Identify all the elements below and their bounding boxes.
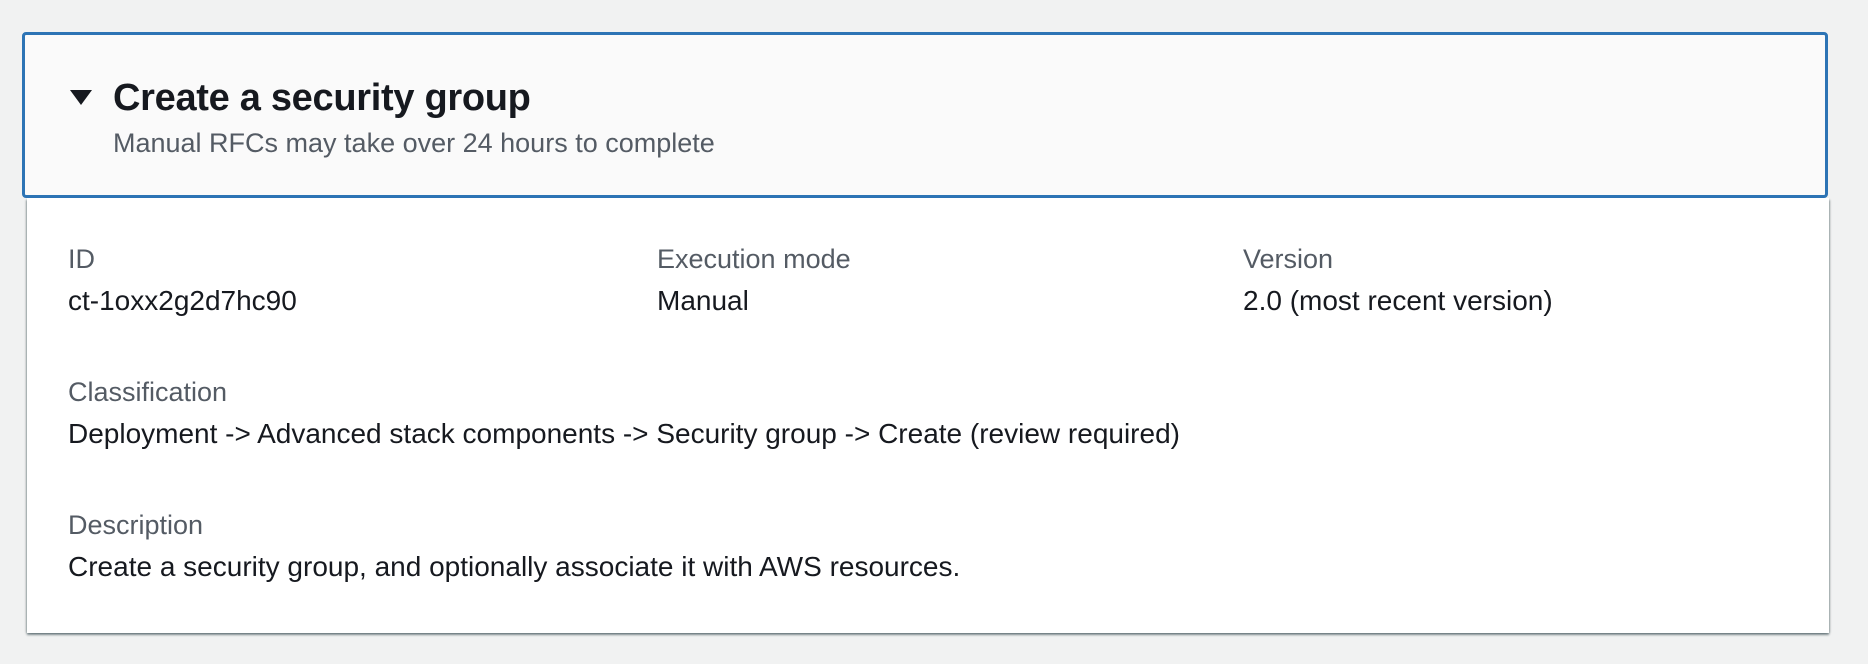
header-text: Create a security group Manual RFCs may … xyxy=(113,75,715,159)
field-classification-label: Classification xyxy=(68,377,1789,408)
field-classification: Classification Deployment -> Advanced st… xyxy=(68,377,1789,450)
section-title: Create a security group xyxy=(113,75,715,121)
field-execution-mode-value: Manual xyxy=(657,284,1243,317)
field-row-summary: ID ct-1oxx2g2d7hc90 Execution mode Manua… xyxy=(68,244,1789,317)
page: Create a security group Manual RFCs may … xyxy=(0,0,1868,664)
field-id-value: ct-1oxx2g2d7hc90 xyxy=(68,284,657,317)
field-description-label: Description xyxy=(68,510,1789,541)
expandable-section-content: ID ct-1oxx2g2d7hc90 Execution mode Manua… xyxy=(27,198,1829,633)
caret-down-icon[interactable] xyxy=(70,90,92,105)
field-execution-mode: Execution mode Manual xyxy=(657,244,1243,317)
field-version-label: Version xyxy=(1243,244,1789,275)
field-id-label: ID xyxy=(68,244,657,275)
field-classification-value: Deployment -> Advanced stack components … xyxy=(68,417,1789,450)
field-version: Version 2.0 (most recent version) xyxy=(1243,244,1789,317)
field-description-value: Create a security group, and optionally … xyxy=(68,550,1789,583)
field-description: Description Create a security group, and… xyxy=(68,510,1789,583)
section-subtitle: Manual RFCs may take over 24 hours to co… xyxy=(113,127,715,159)
change-type-card: Create a security group Manual RFCs may … xyxy=(22,32,1828,633)
field-execution-mode-label: Execution mode xyxy=(657,244,1243,275)
expandable-section-header[interactable]: Create a security group Manual RFCs may … xyxy=(22,32,1828,198)
field-id: ID ct-1oxx2g2d7hc90 xyxy=(68,244,657,317)
field-version-value: 2.0 (most recent version) xyxy=(1243,284,1789,317)
